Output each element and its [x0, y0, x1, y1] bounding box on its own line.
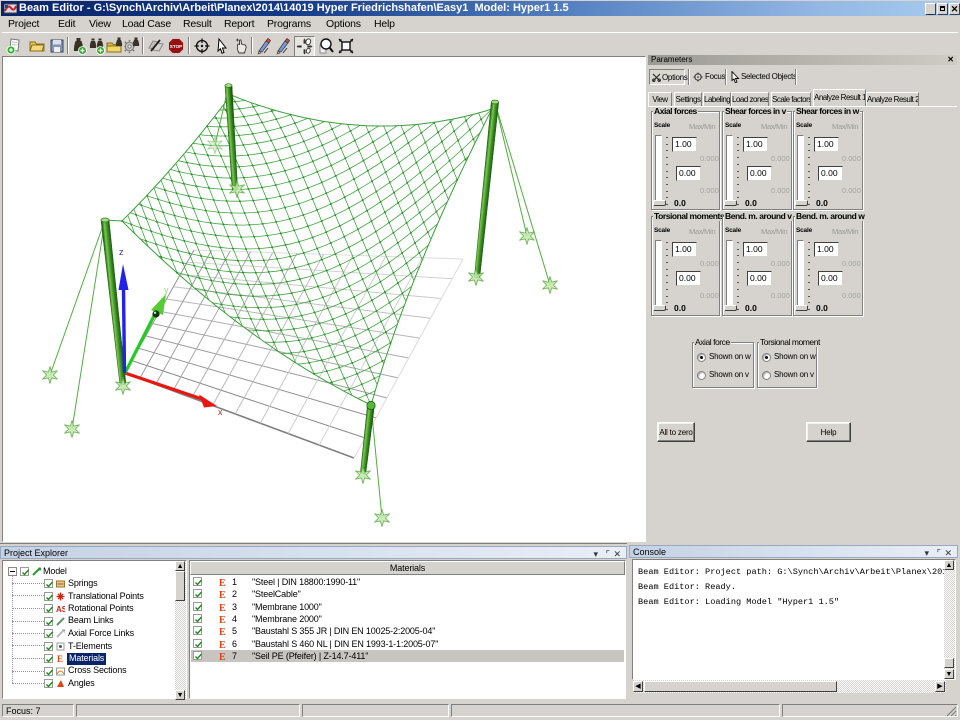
svg-text:E: E	[219, 603, 226, 612]
svg-text:STOP: STOP	[170, 44, 182, 49]
svg-text:E: E	[219, 578, 226, 587]
svg-text:z: z	[119, 247, 124, 257]
svg-text:E: E	[219, 640, 226, 649]
svg-text:AS: AS	[56, 605, 65, 613]
svg-text:E: E	[219, 627, 226, 636]
svg-text:y: y	[164, 285, 169, 295]
svg-text:E: E	[219, 652, 226, 661]
svg-text:E: E	[219, 590, 226, 599]
svg-text:E: E	[57, 654, 63, 663]
svg-text:x: x	[218, 407, 223, 417]
svg-text:E: E	[219, 615, 226, 624]
